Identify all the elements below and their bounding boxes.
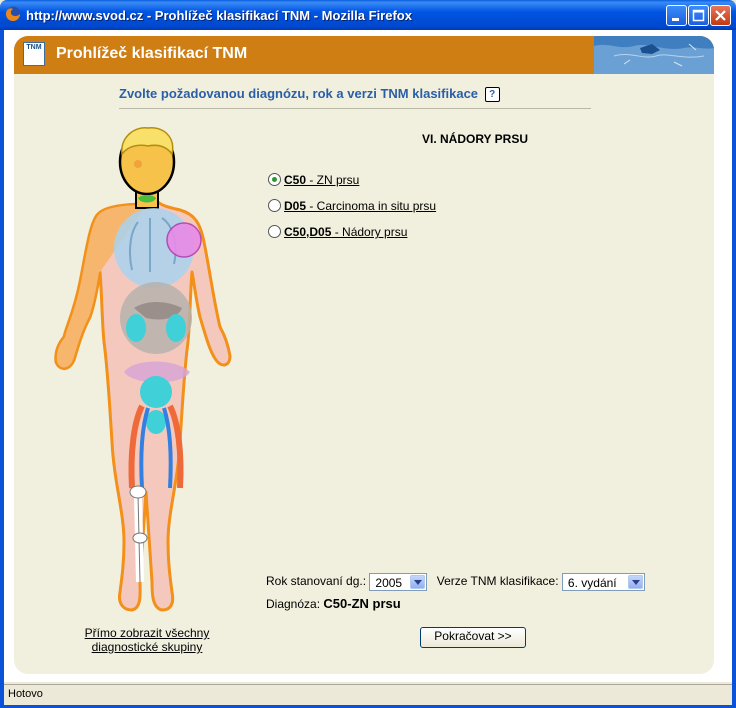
page-content: TNM Prohlížeč klasifikací TNM Zvolte pož… (4, 30, 732, 682)
status-bar: Hotovo (4, 684, 732, 705)
tnm-logo-text: TNM (26, 44, 42, 51)
instruction-label: Zvolte požadovanou diagnózu, rok a verzi… (119, 86, 479, 101)
help-icon[interactable]: ? (484, 87, 500, 103)
diagnosis-label: - Carcinoma in situ prsu (306, 199, 437, 213)
window-frame-right (732, 30, 736, 708)
section-title: VI. NÁDORY PRSU (422, 132, 529, 146)
breast-region (166, 222, 202, 258)
window-title: http://www.svod.cz - Prohlížeč klasifika… (26, 8, 412, 23)
year-label: Rok stanovaní dg.: (266, 574, 367, 589)
maximize-button[interactable] (688, 5, 709, 26)
status-text: Hotovo (8, 688, 43, 700)
diagnosis-link-d05[interactable]: D05 - Carcinoma in situ prsu (284, 199, 436, 213)
firefox-icon (5, 6, 21, 22)
version-select-value: 6. vydání (567, 576, 617, 590)
radio-d05[interactable] (268, 199, 281, 213)
diagnosis-code: C50,D05 (284, 225, 332, 239)
divider (119, 108, 591, 109)
version-label: Verze TNM klasifikace: (436, 574, 559, 589)
human-body-diagram[interactable] (50, 122, 245, 622)
diagnosis-option-d05[interactable]: D05 - Carcinoma in situ prsu (268, 199, 436, 215)
chevron-down-icon[interactable] (627, 575, 643, 589)
title-bar[interactable]: http://www.svod.cz - Prohlížeč klasifika… (0, 0, 736, 30)
year-select[interactable]: 2005 (369, 573, 428, 591)
diagnosis-code: D05 (284, 199, 307, 213)
close-button[interactable] (710, 5, 731, 26)
continue-button[interactable]: Pokračovat >> (420, 627, 526, 648)
version-select[interactable]: 6. vydání (561, 573, 645, 591)
europe-map-decoration (594, 36, 714, 74)
diagnosis-code: C50 (284, 173, 307, 187)
diagnosis-link-c50[interactable]: C50 - ZN prsu (284, 173, 359, 187)
diagnosis-option-c50[interactable]: C50 - ZN prsu (268, 173, 359, 189)
chevron-down-icon[interactable] (410, 575, 426, 589)
radio-c50[interactable] (268, 173, 281, 187)
year-select-value: 2005 (375, 576, 403, 590)
app-title: Prohlížeč klasifikací TNM (56, 45, 248, 62)
diagnosis-summary-label: Diagnóza: (266, 597, 321, 611)
browser-window: http://www.svod.cz - Prohlížeč klasifika… (0, 0, 736, 708)
main-panel: TNM Prohlížeč klasifikací TNM Zvolte pož… (14, 36, 714, 674)
form-row: Rok stanovaní dg.: 2005 Verze TNM klasif… (266, 573, 645, 591)
app-header: TNM Prohlížeč klasifikací TNM (14, 36, 714, 74)
instruction-text: Zvolte požadovanou diagnózu, rok a verzi… (119, 86, 500, 103)
diagnosis-option-c50-d05[interactable]: C50,D05 - Nádory prsu (268, 225, 407, 241)
minimize-button[interactable] (666, 5, 687, 26)
diagnosis-label: - ZN prsu (306, 173, 360, 187)
radio-c50-d05[interactable] (268, 225, 281, 239)
diagnosis-summary: Diagnóza: C50-ZN prsu (266, 596, 401, 611)
show-all-groups-link[interactable]: Přímo zobrazit všechny diagnostické skup… (76, 626, 218, 654)
diagnosis-link-c50-d05[interactable]: C50,D05 - Nádory prsu (284, 225, 407, 239)
diagnosis-label: - Nádory prsu (331, 225, 408, 239)
diagnosis-summary-value: C50-ZN prsu (323, 596, 401, 611)
tnm-logo: TNM (23, 42, 45, 66)
